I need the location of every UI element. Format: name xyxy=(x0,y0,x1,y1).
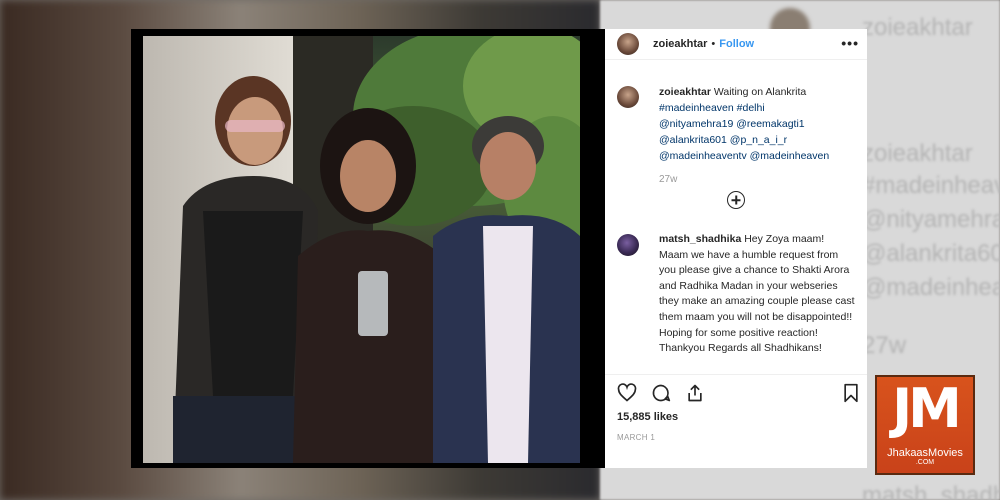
post-caption: zoieakhtar Waiting on Alankrita #madeinh… xyxy=(605,84,867,164)
commenter-username[interactable]: matsh_shadhika xyxy=(659,233,741,245)
comment-icon[interactable] xyxy=(651,383,671,403)
blurred-tag: #madeinheav xyxy=(862,172,1000,199)
heart-icon[interactable] xyxy=(617,383,637,403)
author-avatar[interactable] xyxy=(617,33,639,55)
photo-illustration xyxy=(143,36,580,463)
blurred-handle: zoieakhtar xyxy=(862,14,973,41)
blurred-tag: @alankrita60 xyxy=(862,240,1000,267)
instagram-post: zoieakhtar • Follow ••• zoieakhtar Waiti… xyxy=(131,29,867,468)
share-icon[interactable] xyxy=(685,383,705,403)
caption-hashtags[interactable]: #madeinheaven #delhi xyxy=(659,100,867,116)
load-more-comments[interactable] xyxy=(605,191,867,214)
commenter-avatar[interactable] xyxy=(617,234,639,256)
like-count[interactable]: 15,885 likes xyxy=(605,411,867,423)
blurred-time: 27w xyxy=(862,332,907,359)
author-username[interactable]: zoieakhtar xyxy=(653,38,707,50)
more-options-icon[interactable]: ••• xyxy=(841,35,859,51)
caption-mentions-3[interactable]: @madeinheaventv @madeinheaven xyxy=(659,148,867,164)
plus-circle-icon[interactable] xyxy=(727,191,745,209)
caption-text: Waiting on Alankrita xyxy=(713,86,807,98)
bookmark-icon[interactable] xyxy=(841,383,861,403)
follow-button[interactable]: Follow xyxy=(719,38,754,50)
blurred-handle-2: zoieakhtar xyxy=(862,140,973,167)
separator-dot: • xyxy=(711,38,716,50)
jhakaasmovies-logo: JM JhakaasMovies .COM xyxy=(875,375,975,475)
caption-line-1: zoieakhtar Waiting on Alankrita xyxy=(659,84,867,100)
post-header: zoieakhtar • Follow ••• xyxy=(605,29,867,60)
caption-timestamp: 27w xyxy=(659,174,678,185)
logo-domain: .COM xyxy=(915,459,935,466)
action-icons xyxy=(605,375,867,403)
caption-mentions-2[interactable]: @alankrita601 @p_n_a_i_r xyxy=(659,132,867,148)
post-actions: 15,885 likes MARCH 1 xyxy=(605,374,867,469)
post-side-panel: zoieakhtar • Follow ••• zoieakhtar Waiti… xyxy=(605,29,867,468)
comment-text: Hey Zoya maam! Maam we have a humble req… xyxy=(659,233,855,355)
caption-username[interactable]: zoieakhtar xyxy=(659,86,711,98)
comment-item: matsh_shadhika Hey Zoya maam! Maam we ha… xyxy=(605,232,855,357)
logo-name: JhakaasMovies xyxy=(887,447,963,459)
logo-mark: JM xyxy=(892,377,962,440)
blurred-commenter: matsh_shadh xyxy=(862,482,1000,500)
caption-avatar[interactable] xyxy=(617,86,639,108)
blurred-tag: @nityamehra xyxy=(862,206,1000,233)
blurred-tag: @madeinhea xyxy=(862,274,1000,301)
post-date: MARCH 1 xyxy=(617,433,656,442)
caption-mentions-1[interactable]: @nityamehra19 @reemakagti1 xyxy=(659,116,867,132)
post-photo[interactable] xyxy=(143,36,580,463)
